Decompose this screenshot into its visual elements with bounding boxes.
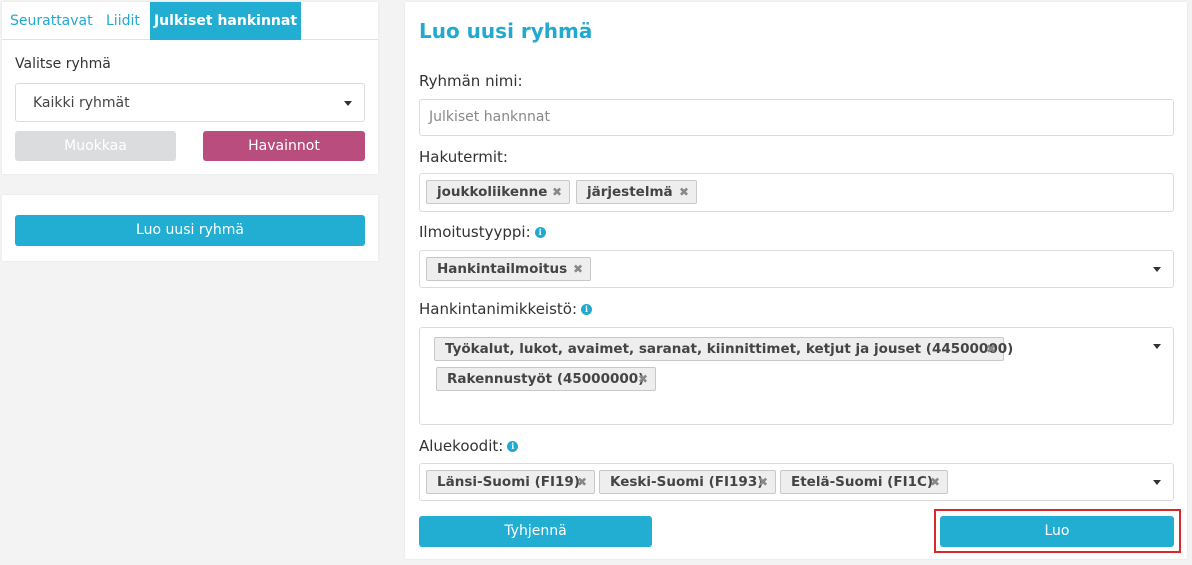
info-icon[interactable]: i	[581, 304, 593, 315]
tab-julkiset-hankinnat[interactable]: Julkiset hankinnat	[150, 2, 301, 40]
remove-icon[interactable]: ✖	[552, 181, 562, 203]
new-group-button[interactable]: Luo uusi ryhmä	[15, 215, 365, 246]
terms-label: Hakutermit:	[419, 148, 508, 166]
group-select-label: Valitse ryhmä	[15, 56, 111, 72]
cpv-label: Hankintanimikkeistö: i	[419, 300, 593, 318]
observations-button[interactable]: Havainnot	[203, 131, 365, 161]
group-select[interactable]: Kaikki ryhmät	[15, 83, 365, 122]
notice-type-label: Ilmoitustyyppi: i	[419, 223, 546, 241]
group-name-input[interactable]: Julkiset hanknnat	[419, 99, 1174, 136]
form-title: Luo uusi ryhmä	[419, 19, 593, 43]
tag: joukkoliikenne ✖	[426, 180, 570, 204]
regions-label: Aluekoodit: i	[419, 437, 519, 455]
remove-icon[interactable]: ✖	[577, 471, 587, 493]
search-terms-field[interactable]: joukkoliikenne ✖ järjestelmä ✖	[419, 173, 1174, 212]
remove-icon[interactable]: ✖	[986, 338, 996, 360]
caret-down-icon	[344, 101, 352, 106]
info-icon[interactable]: i	[507, 441, 519, 452]
tag: Keski-Suomi (FI193) ✖	[599, 470, 776, 494]
tag: Hankintailmoitus ✖	[426, 257, 591, 281]
remove-icon[interactable]: ✖	[573, 258, 583, 280]
tag-label: joukkoliikenne	[437, 184, 548, 200]
tag-label: Hankintailmoitus	[437, 261, 568, 277]
group-panel: Seurattavat Liidit Julkiset hankinnat Va…	[2, 2, 378, 174]
group-select-value: Kaikki ryhmät	[33, 95, 130, 111]
tab-seurattavat[interactable]: Seurattavat	[10, 2, 93, 40]
edit-button[interactable]: Muokkaa	[15, 131, 176, 161]
clear-button[interactable]: Tyhjennä	[419, 516, 652, 547]
tab-liidit[interactable]: Liidit	[106, 2, 140, 40]
new-group-panel: Luo uusi ryhmä	[2, 195, 378, 261]
caret-down-icon[interactable]	[1153, 480, 1161, 485]
name-label: Ryhmän nimi:	[419, 72, 523, 90]
tag: Työkalut, lukot, avaimet, saranat, kiinn…	[434, 337, 1013, 361]
info-icon[interactable]: i	[534, 227, 546, 238]
tag-label: Länsi-Suomi (FI19)	[437, 474, 580, 490]
remove-icon[interactable]: ✖	[930, 471, 940, 493]
tag: Etelä-Suomi (FI1C) ✖	[780, 470, 948, 494]
tag: järjestelmä ✖	[576, 180, 697, 204]
cpv-select[interactable]: Työkalut, lukot, avaimet, saranat, kiinn…	[419, 327, 1174, 425]
caret-down-icon[interactable]	[1153, 267, 1161, 272]
tag-label: Etelä-Suomi (FI1C)	[791, 474, 934, 490]
tag-label: järjestelmä	[587, 184, 673, 200]
remove-icon[interactable]: ✖	[758, 471, 768, 493]
regions-select[interactable]: Länsi-Suomi (FI19) ✖ Keski-Suomi (FI193)…	[419, 463, 1174, 501]
tab-bar: Seurattavat Liidit Julkiset hankinnat	[2, 2, 378, 40]
tag-label: Keski-Suomi (FI193)	[610, 474, 764, 490]
tag-label: Työkalut, lukot, avaimet, saranat, kiinn…	[445, 341, 1014, 357]
remove-icon[interactable]: ✖	[679, 181, 689, 203]
tag: Rakennustyöt (45000000) ✖	[436, 367, 656, 391]
create-group-form: Luo uusi ryhmä Ryhmän nimi: Julkiset han…	[405, 2, 1187, 559]
tag-label: Rakennustyöt (45000000)	[447, 371, 645, 387]
caret-down-icon[interactable]	[1153, 344, 1161, 349]
notice-type-select[interactable]: Hankintailmoitus ✖	[419, 250, 1174, 288]
remove-icon[interactable]: ✖	[638, 368, 648, 390]
tag: Länsi-Suomi (FI19) ✖	[426, 470, 595, 494]
create-button[interactable]: Luo	[940, 516, 1174, 547]
